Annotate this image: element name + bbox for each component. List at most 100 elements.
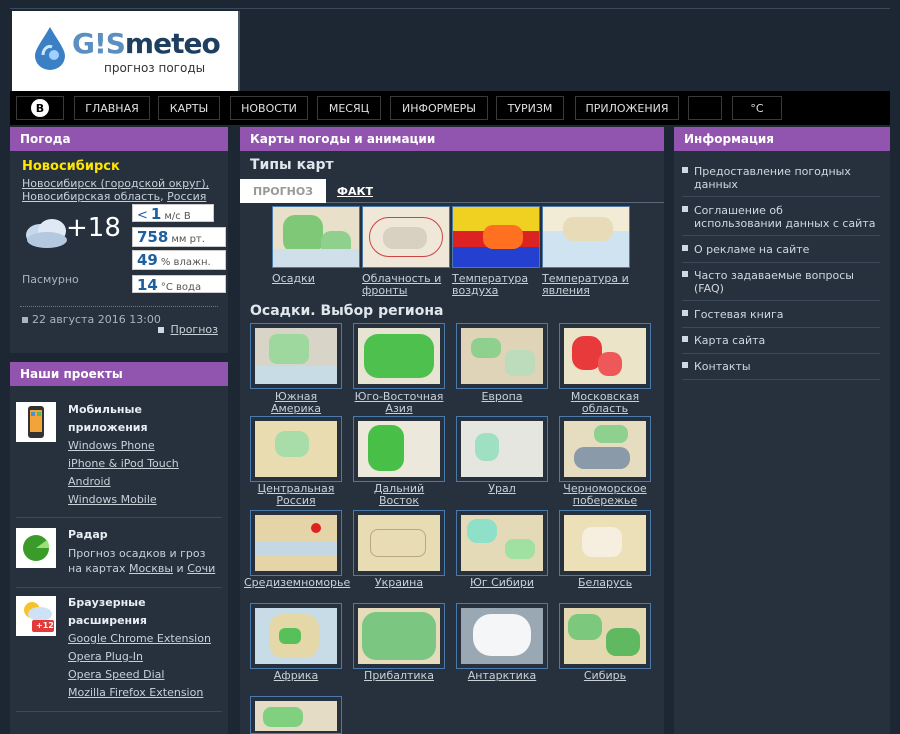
tab-fact[interactable]: ФАКТ [330,179,380,203]
region-thumb-africa[interactable] [250,603,342,669]
mobile-links: Windows Phone iPhone & iPod Touch Androi… [68,437,179,509]
region-far-east-link[interactable]: Дальний Восток [347,483,451,507]
nav-month[interactable]: Месяц [317,96,381,120]
region-central-russia-link[interactable]: Центральная Россия [244,483,348,507]
projects-panel-title: Наши проекты [10,362,228,386]
country-link[interactable]: Россия [167,190,206,203]
region-antarctica-link[interactable]: Антарктика [450,670,554,682]
region-baltics-link[interactable]: Прибалтика [347,670,451,682]
caption-line1: Осадки [272,272,315,285]
region-thumb-ukraine[interactable] [353,510,445,576]
region-thumb-europe[interactable] [456,323,548,389]
region-thumb-urals[interactable] [456,416,548,482]
info-link-agreement[interactable]: Соглашение об использовании данных с сайт… [682,204,880,236]
region-south-america-link[interactable]: Южная Америка [244,391,348,415]
region-urals-link[interactable]: Урал [450,483,554,495]
region-thumb-mediterranean[interactable] [250,510,342,576]
info-link-data-provision[interactable]: Предоставление погодных данных [682,165,880,197]
sochi-radar-link[interactable]: Сочи [187,562,215,575]
nav-maps[interactable]: Карты [158,96,220,120]
caption-line1: Европа [481,390,523,403]
info-link-faq[interactable]: Часто задаваемые вопросы (FAQ) [682,269,880,301]
chrome-ext-link[interactable]: Google Chrome Extension [68,630,211,648]
info-panel-title: Информация [674,127,890,151]
caption-line1: Средиземноморье [244,576,351,589]
region-thumb-south-america[interactable] [250,323,342,389]
region-south-siberia-link[interactable]: Юг Сибири [450,577,554,589]
info-link-contacts[interactable]: Контакты [682,360,880,380]
map-thumb-air-temp[interactable] [452,206,540,268]
windows-mobile-link[interactable]: Windows Mobile [68,491,179,509]
region-thumb-central-russia[interactable] [250,416,342,482]
caption-line2: фронты [362,284,408,297]
region-thumb-belarus[interactable] [559,510,651,576]
region-thumb-south-siberia[interactable] [456,510,548,576]
caption-line2: Восток [378,494,420,507]
map-thumb-precip[interactable] [272,206,360,268]
pressure-readout: 758 мм рт. [132,227,226,247]
bullet-icon [158,327,165,333]
region-moscow-region-link[interactable]: Московская область [553,391,657,415]
browser-title-line2: расширения [68,614,147,627]
forecast-link[interactable]: Прогноз [170,323,218,336]
browser-ext-badge: +12 [36,621,54,630]
nav-empty-button[interactable] [688,96,722,120]
radar-desc: Прогноз осадков и гроз [68,547,206,560]
region-thumb-far-east[interactable] [353,416,445,482]
radar-title: Радар [68,528,108,541]
nav-tourism[interactable]: Туризм [496,96,564,120]
region-thumb-se-asia[interactable] [353,323,445,389]
windows-phone-link[interactable]: Windows Phone [68,437,179,455]
map-type-clouds-caption[interactable]: Облачность и фронты [362,273,458,297]
site-logo[interactable]: G!Smeteo прогноз погоды [12,11,238,91]
unit-toggle[interactable]: °C [732,96,782,120]
map-thumb-clouds[interactable] [362,206,450,268]
humidity-unit: % влажн. [160,257,211,268]
city-name[interactable]: Новосибирск [22,159,120,174]
region-black-sea-link[interactable]: Черноморское побережье [553,483,657,507]
region-thumb-siberia[interactable] [559,603,651,669]
info-link-sitemap[interactable]: Карта сайта [682,334,880,354]
nav-apps[interactable]: Приложения [575,96,679,120]
moscow-radar-link[interactable]: Москвы [129,562,173,575]
region-thumb-antarctica[interactable] [456,603,548,669]
info-panel: Информация Предоставление погодных данных… [674,127,890,734]
region-africa-link[interactable]: Африка [244,670,348,682]
region-europe-link[interactable]: Европа [450,391,554,403]
item-line1: Соглашение об [694,204,783,217]
region-link[interactable]: Новосибирская область [22,190,160,203]
drop-logo-icon [35,27,65,70]
opera-speed-dial-link[interactable]: Opera Speed Dial [68,666,211,684]
region-belarus-link[interactable]: Беларусь [553,577,657,589]
caption-line1: Украина [374,576,424,589]
map-type-precip-caption[interactable]: Осадки [272,273,368,285]
region-thumb-partial[interactable] [250,696,342,734]
map-thumb-temp-phenomena[interactable] [542,206,630,268]
android-link[interactable]: Android [68,473,179,491]
firefox-ext-link[interactable]: Mozilla Firefox Extension [68,684,211,702]
nav-beta-button[interactable]: β [16,96,64,120]
brand-part-a: G!S [72,27,126,60]
region-siberia-link[interactable]: Сибирь [553,670,657,682]
nav-news[interactable]: Новости [230,96,308,120]
district-link[interactable]: Новосибирск (городской округ), [22,177,209,190]
iphone-link[interactable]: iPhone & iPod Touch [68,455,179,473]
nav-informers[interactable]: Информеры [390,96,488,120]
cloud-icon [26,219,67,248]
region-mediterranean-link[interactable]: Средиземноморье [244,576,351,589]
info-link-guestbook[interactable]: Гостевая книга [682,308,880,328]
caption-line2: Россия [276,494,316,507]
tab-forecast[interactable]: ПРОГНОЗ [240,179,326,203]
opera-plugin-link[interactable]: Opera Plug-In [68,648,211,666]
map-type-temp-phen-caption[interactable]: Температура и явления [542,273,638,297]
map-type-air-temp-caption[interactable]: Температура воздуха [452,273,548,297]
region-ukraine-link[interactable]: Украина [347,577,451,589]
region-thumb-moscow-region[interactable] [559,323,651,389]
nav-home[interactable]: Главная [74,96,150,120]
region-se-asia-link[interactable]: Юго-Восточная Азия [347,391,451,415]
humidity-value: 49 [137,251,158,269]
region-thumb-baltics[interactable] [353,603,445,669]
caption-line2: побережье [572,494,638,507]
region-thumb-black-sea[interactable] [559,416,651,482]
info-link-advertising[interactable]: О рекламе на сайте [682,243,880,263]
